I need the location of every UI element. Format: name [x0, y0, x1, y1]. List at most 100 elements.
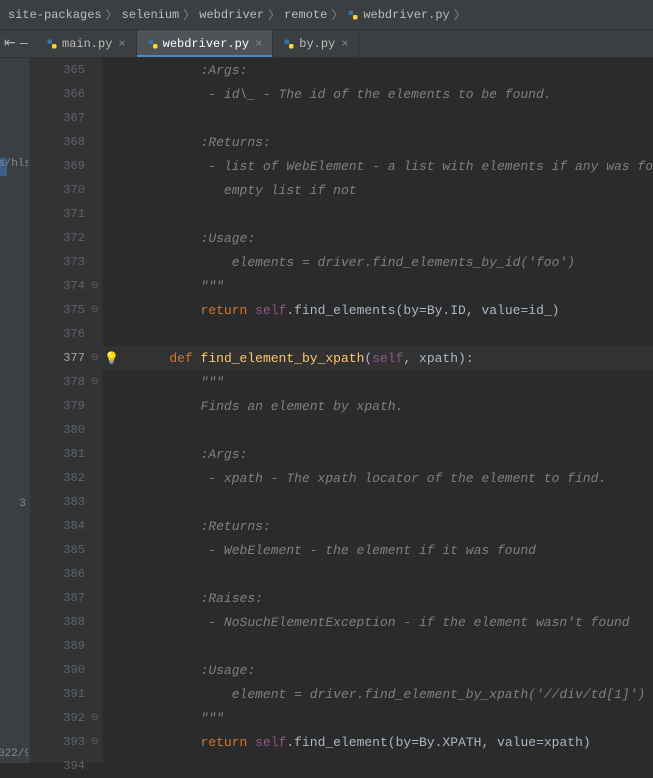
- code-line[interactable]: [103, 106, 653, 130]
- line-number[interactable]: 394: [31, 754, 85, 778]
- line-number[interactable]: 382: [31, 466, 85, 490]
- breadcrumb-item[interactable]: selenium: [122, 8, 180, 22]
- code-line[interactable]: :Usage:: [103, 226, 653, 250]
- breadcrumb[interactable]: site-packages 〉 selenium 〉 webdriver 〉 r…: [0, 0, 653, 30]
- line-number[interactable]: 368: [31, 130, 85, 154]
- line-number[interactable]: 393⊖: [31, 730, 85, 754]
- code-line[interactable]: """: [103, 370, 653, 394]
- fold-icon[interactable]: ⊖: [91, 352, 99, 364]
- tab-label: main.py: [62, 37, 112, 51]
- project-sidebar-strip[interactable]: s/hls_ 3 022/9/: [0, 58, 31, 763]
- breadcrumb-item[interactable]: webdriver: [199, 8, 264, 22]
- sidebar-label: s/hls_: [0, 158, 28, 170]
- code-line[interactable]: :Raises:: [103, 586, 653, 610]
- line-number[interactable]: 376: [31, 322, 85, 346]
- code-editor[interactable]: 365366367368369370371372373374⊖375⊖37637…: [31, 58, 653, 763]
- line-number[interactable]: 374⊖: [31, 274, 85, 298]
- code-line[interactable]: - list of WebElement - a list with eleme…: [103, 154, 653, 178]
- code-line[interactable]: elements = driver.find_elements_by_id('f…: [103, 250, 653, 274]
- line-number[interactable]: 384: [31, 514, 85, 538]
- editor-tabs: ⇤ — main.py × webdriver.py × by.py ×: [0, 30, 653, 58]
- line-number[interactable]: 366: [31, 82, 85, 106]
- line-number[interactable]: 383: [31, 490, 85, 514]
- code-line[interactable]: :Args:: [103, 58, 653, 82]
- line-number[interactable]: 392⊖: [31, 706, 85, 730]
- breadcrumb-item[interactable]: webdriver.py: [347, 8, 449, 22]
- tab-by-py[interactable]: by.py ×: [273, 30, 359, 57]
- breadcrumb-item[interactable]: remote: [284, 8, 327, 22]
- line-number[interactable]: 388: [31, 610, 85, 634]
- python-file-icon: [283, 38, 295, 50]
- line-number[interactable]: 369: [31, 154, 85, 178]
- line-number[interactable]: 377⊖💡: [31, 346, 85, 370]
- code-line[interactable]: :Returns:: [103, 130, 653, 154]
- code-line[interactable]: :Args:: [103, 442, 653, 466]
- tab-label: by.py: [299, 37, 335, 51]
- line-number[interactable]: 379: [31, 394, 85, 418]
- collapse-icon[interactable]: ⇤: [4, 35, 16, 52]
- code-line[interactable]: - WebElement - the element if it was fou…: [103, 538, 653, 562]
- code-line[interactable]: :Usage:: [103, 658, 653, 682]
- fold-icon[interactable]: ⊖: [91, 712, 99, 724]
- line-number[interactable]: 389: [31, 634, 85, 658]
- close-icon[interactable]: ×: [255, 37, 262, 51]
- fold-icon[interactable]: ⊖: [91, 736, 99, 748]
- line-number[interactable]: 373: [31, 250, 85, 274]
- code-line[interactable]: - id\_ - The id of the elements to be fo…: [103, 82, 653, 106]
- code-line[interactable]: empty list if not: [103, 178, 653, 202]
- minus-icon[interactable]: —: [20, 36, 28, 52]
- tab-label: webdriver.py: [163, 37, 249, 51]
- tab-webdriver-py[interactable]: webdriver.py ×: [137, 30, 274, 57]
- line-number[interactable]: 381: [31, 442, 85, 466]
- line-number[interactable]: 372: [31, 226, 85, 250]
- code-line[interactable]: [103, 634, 653, 658]
- python-file-icon: [147, 38, 159, 50]
- close-icon[interactable]: ×: [341, 37, 348, 51]
- sidebar-label: 3: [0, 498, 28, 510]
- line-number[interactable]: 387: [31, 586, 85, 610]
- line-number[interactable]: 365: [31, 58, 85, 82]
- code-line[interactable]: [103, 202, 653, 226]
- line-number[interactable]: 367: [31, 106, 85, 130]
- line-number[interactable]: 385: [31, 538, 85, 562]
- code-line[interactable]: [103, 562, 653, 586]
- line-number[interactable]: 380: [31, 418, 85, 442]
- fold-icon[interactable]: ⊖: [91, 304, 99, 316]
- code-line[interactable]: - NoSuchElementException - if the elemen…: [103, 610, 653, 634]
- sidebar-label: 022/9/: [0, 748, 28, 760]
- lightbulb-icon[interactable]: 💡: [104, 351, 119, 366]
- line-number[interactable]: 390: [31, 658, 85, 682]
- code-line[interactable]: [103, 490, 653, 514]
- fold-icon[interactable]: ⊖: [91, 280, 99, 292]
- chevron-right-icon: 〉: [268, 6, 280, 23]
- chevron-right-icon: 〉: [183, 6, 195, 23]
- tab-main-py[interactable]: main.py ×: [36, 30, 137, 57]
- line-number[interactable]: 371: [31, 202, 85, 226]
- line-number[interactable]: 370: [31, 178, 85, 202]
- tab-toolbar: ⇤ —: [0, 30, 36, 57]
- code-line[interactable]: [103, 754, 653, 763]
- code-line[interactable]: def find_element_by_xpath(self, xpath):: [103, 346, 653, 370]
- code-line[interactable]: :Returns:: [103, 514, 653, 538]
- line-number[interactable]: 386: [31, 562, 85, 586]
- code-line[interactable]: - xpath - The xpath locator of the eleme…: [103, 466, 653, 490]
- code-line[interactable]: [103, 418, 653, 442]
- chevron-right-icon: 〉: [106, 6, 118, 23]
- code-line[interactable]: """: [103, 274, 653, 298]
- breadcrumb-item[interactable]: site-packages: [8, 8, 102, 22]
- line-number[interactable]: 391: [31, 682, 85, 706]
- code-line[interactable]: [103, 322, 653, 346]
- line-number-gutter[interactable]: 365366367368369370371372373374⊖375⊖37637…: [31, 58, 103, 763]
- line-number[interactable]: 375⊖: [31, 298, 85, 322]
- line-number[interactable]: 378⊖: [31, 370, 85, 394]
- code-line[interactable]: """: [103, 706, 653, 730]
- python-file-icon: [347, 9, 359, 21]
- code-line[interactable]: Finds an element by xpath.: [103, 394, 653, 418]
- code-line[interactable]: return self.find_element(by=By.XPATH, va…: [103, 730, 653, 754]
- code-line[interactable]: return self.find_elements(by=By.ID, valu…: [103, 298, 653, 322]
- fold-icon[interactable]: ⊖: [91, 376, 99, 388]
- chevron-right-icon: 〉: [454, 6, 466, 23]
- code-content[interactable]: :Args: - id\_ - The id of the elements t…: [103, 58, 653, 763]
- code-line[interactable]: element = driver.find_element_by_xpath('…: [103, 682, 653, 706]
- close-icon[interactable]: ×: [118, 37, 125, 51]
